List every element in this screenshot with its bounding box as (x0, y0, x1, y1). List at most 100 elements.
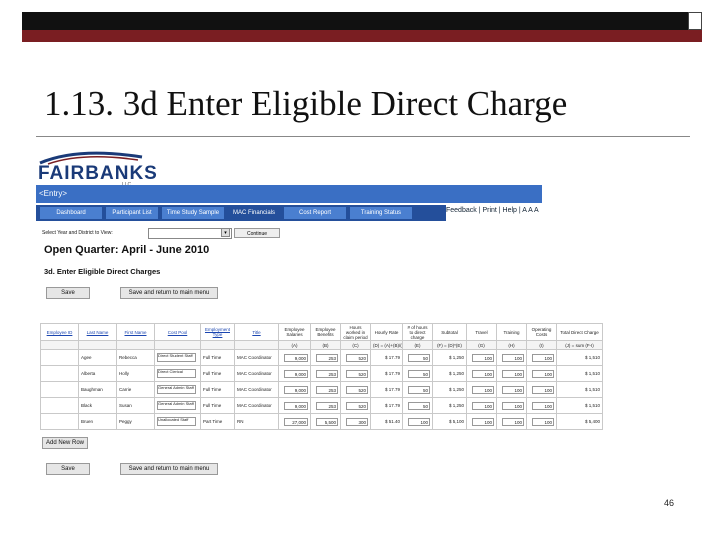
save-button-bottom[interactable]: Save (46, 463, 90, 475)
benefits-input[interactable]: 253 (315, 369, 338, 378)
tab-dashboard[interactable]: Dashboard (40, 207, 102, 219)
continue-button[interactable]: Continue (234, 228, 280, 238)
cell-operating: 100 (526, 397, 557, 414)
cell-last-name: Black (78, 397, 117, 414)
tab-mac-financials[interactable]: MAC Financials (228, 207, 280, 219)
cost-pool-select[interactable]: Direct Student Staff (157, 352, 196, 362)
chevron-down-icon[interactable]: ▾ (221, 228, 230, 237)
travel-input[interactable]: 100 (471, 353, 494, 362)
cell-total: $ 1,510 (556, 365, 603, 382)
benefits-input[interactable]: 253 (315, 401, 338, 410)
cell-title: MAC Coordinator (234, 381, 279, 398)
cell-hours: 520 (340, 365, 371, 382)
cell-subtotal: $ 1,250 (432, 365, 467, 382)
cost-pool-select[interactable]: Unallocated Staff (157, 416, 196, 426)
operating-input[interactable]: 100 (531, 353, 554, 362)
travel-input[interactable]: 100 (471, 417, 494, 426)
cell-travel: 100 (466, 381, 497, 398)
tab-time-study-sample[interactable]: Time Study Sample (162, 207, 224, 219)
cost-pool-select[interactable]: General Admin Staff (157, 400, 196, 410)
tab-participant-list[interactable]: Participant List (106, 207, 158, 219)
header-cost-pool[interactable]: Cost Pool (154, 323, 201, 341)
table-row: Bruen Peggy Unallocated Staff Part Time … (40, 413, 603, 430)
formula-cell (200, 340, 235, 350)
cell-salary: 9,000 (278, 397, 311, 414)
formula-cell (154, 340, 201, 350)
salary-input[interactable]: 27,000 (283, 417, 308, 426)
tab-training-status[interactable]: Training Status (350, 207, 412, 219)
training-input[interactable]: 100 (501, 385, 524, 394)
direct-hours-input[interactable]: 50 (407, 385, 430, 394)
formula-cell (116, 340, 155, 350)
hours-input[interactable]: 300 (345, 417, 368, 426)
header-title[interactable]: Title (234, 323, 279, 341)
hours-input[interactable]: 520 (345, 385, 368, 394)
header-direct-hours: # of hours to direct charge (402, 323, 433, 341)
direct-hours-input[interactable]: 50 (407, 353, 430, 362)
cell-employee-id (40, 365, 79, 382)
direct-hours-input[interactable]: 50 (407, 369, 430, 378)
add-new-row-button[interactable]: Add New Row (42, 437, 88, 449)
year-district-select[interactable] (148, 228, 232, 239)
cell-employment-type: Full Time (200, 381, 235, 398)
cell-travel: 100 (466, 397, 497, 414)
header-training: Training (496, 323, 527, 341)
cell-total: $ 5,400 (556, 413, 603, 430)
salary-input[interactable]: 9,000 (283, 353, 308, 362)
benefits-input[interactable]: 5,500 (315, 417, 338, 426)
cell-cost-pool: General Admin Staff (154, 397, 201, 414)
cell-employment-type: Full Time (200, 349, 235, 366)
cell-subtotal: $ 1,250 (432, 381, 467, 398)
save-return-button[interactable]: Save and return to main menu (120, 287, 218, 299)
training-input[interactable]: 100 (501, 369, 524, 378)
tab-cost-report[interactable]: Cost Report (284, 207, 346, 219)
header-operating: Operating Costs (526, 323, 557, 341)
save-return-button-bottom[interactable]: Save and return to main menu (120, 463, 218, 475)
salary-input[interactable]: 9,000 (283, 401, 308, 410)
training-input[interactable]: 100 (501, 417, 524, 426)
travel-input[interactable]: 100 (471, 369, 494, 378)
direct-hours-input[interactable]: 100 (407, 417, 430, 426)
slide-top-stripe (22, 30, 688, 42)
cell-operating: 100 (526, 413, 557, 430)
formula-cell: (C) (340, 340, 371, 350)
embedded-screenshot: FAIRBANKS LLC <Entry> Dashboard Particip… (36, 143, 603, 483)
salary-input[interactable]: 9,000 (283, 369, 308, 378)
cell-direct-hours: 50 (402, 365, 433, 382)
operating-input[interactable]: 100 (531, 417, 554, 426)
benefits-input[interactable]: 253 (315, 385, 338, 394)
training-input[interactable]: 100 (501, 353, 524, 362)
cell-employee-id (40, 413, 79, 430)
cell-title: MAC Coordinator (234, 365, 279, 382)
travel-input[interactable]: 100 (471, 401, 494, 410)
header-employment-type[interactable]: Employment Type (200, 323, 235, 341)
training-input[interactable]: 100 (501, 401, 524, 410)
cost-pool-select[interactable]: Direct Clerical (157, 368, 196, 378)
operating-input[interactable]: 100 (531, 401, 554, 410)
cell-employee-id (40, 349, 79, 366)
cell-operating: 100 (526, 349, 557, 366)
operating-input[interactable]: 100 (531, 385, 554, 394)
hours-input[interactable]: 520 (345, 401, 368, 410)
cell-rate: $ 17.79 (370, 397, 403, 414)
travel-input[interactable]: 100 (471, 385, 494, 394)
save-button[interactable]: Save (46, 287, 90, 299)
cost-pool-select[interactable]: General Admin Staff (157, 384, 196, 394)
cell-first-name: Rebecca (116, 349, 155, 366)
brand-name: FAIRBANKS (38, 163, 158, 184)
page-number: 46 (664, 498, 675, 508)
header-first-name[interactable]: First Name (116, 323, 155, 341)
hours-input[interactable]: 520 (345, 353, 368, 362)
benefits-input[interactable]: 253 (315, 353, 338, 362)
operating-input[interactable]: 100 (531, 369, 554, 378)
hours-input[interactable]: 520 (345, 369, 368, 378)
salary-input[interactable]: 9,000 (283, 385, 308, 394)
direct-hours-input[interactable]: 50 (407, 401, 430, 410)
header-subtotal: Subtotal (432, 323, 467, 341)
cell-employee-id (40, 397, 79, 414)
cell-last-name: Bruen (78, 413, 117, 430)
table-formula-row: (A) (B) (C) (D) = (A)+(B)/(C) (E) (F) = … (40, 340, 603, 350)
header-last-name[interactable]: Last Name (78, 323, 117, 341)
header-employee-id[interactable]: Employee ID (40, 323, 79, 341)
feedback-links[interactable]: Feedback | Print | Help | A A A (446, 207, 539, 214)
